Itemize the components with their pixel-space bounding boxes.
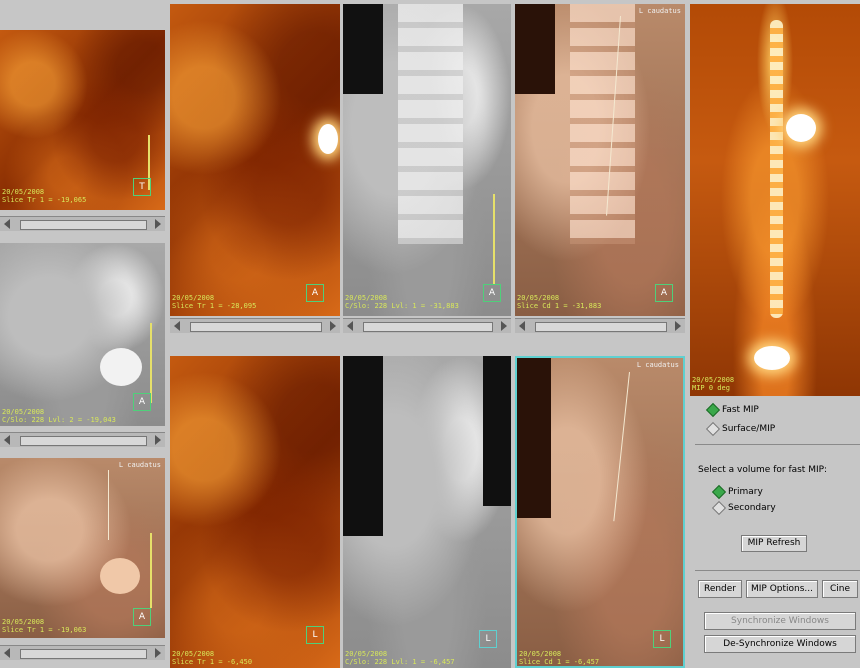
slice-scrollbar[interactable] (170, 318, 340, 333)
scroll-right-arrow[interactable] (330, 321, 336, 331)
heart-uptake (786, 114, 816, 142)
orientation-marker: L (653, 630, 671, 648)
hotspot (318, 124, 338, 154)
slice-scrollbar[interactable] (0, 432, 165, 447)
secondary-radio[interactable]: Secondary (711, 500, 776, 516)
orientation-marker: T (133, 178, 151, 196)
measurement-line (108, 470, 109, 540)
viewport-col2-bottom[interactable]: 20/05/2008 C/Slo: 228 Lvl: 1 = -6,457 L (343, 356, 511, 668)
viewport-overlay: 20/05/2008 Slice Tr 1 = -6,450 (172, 650, 253, 666)
viewport-overlay: 20/05/2008 Slice Tr 1 = -19,063 (2, 618, 87, 634)
kidney-highlight (100, 558, 140, 594)
annotation-label: L caudatus (118, 461, 161, 469)
orientation-marker: A (483, 284, 501, 302)
orientation-marker: L (479, 630, 497, 648)
viewport-overlay: 20/05/2008 MIP 0 deg (692, 376, 735, 392)
slice-scrollbar[interactable] (0, 216, 165, 231)
mip-viewport[interactable]: 20/05/2008 MIP 0 deg (690, 4, 860, 396)
scroll-right-arrow[interactable] (155, 648, 161, 658)
viewport-col1-bottom[interactable]: 20/05/2008 Slice Tr 1 = -6,450 L (170, 356, 340, 668)
viewport-col3-top[interactable]: L caudatus 20/05/2008 Slice Cd 1 = -31,8… (515, 4, 685, 316)
scroll-right-arrow[interactable] (675, 321, 681, 331)
orientation-marker: A (133, 608, 151, 626)
orientation-marker: L (306, 626, 324, 644)
viewport-overlay: 20/05/2008 Slice Cd 1 = -31,883 (517, 294, 602, 310)
divider (695, 444, 860, 445)
viewport-left-bottom[interactable]: L caudatus 20/05/2008 Slice Tr 1 = -19,0… (0, 458, 165, 638)
scale-ruler (493, 194, 495, 284)
radio-label: Fast MIP (722, 405, 759, 415)
viewport-overlay: 20/05/2008 C/Slo: 228 Lvl: 1 = -31,883 (345, 294, 459, 310)
viewport-left-top[interactable]: 20/05/2008 Slice Tr 1 = -19,065 T (0, 30, 165, 210)
dark-region (517, 358, 551, 518)
desynchronize-windows-button[interactable]: De-Synchronize Windows (704, 635, 856, 653)
radio-off-icon (711, 500, 727, 516)
orientation-marker: A (133, 393, 151, 411)
mip-options-button[interactable]: MIP Options... (746, 580, 818, 598)
synchronize-windows-button[interactable]: Synchronize Windows (704, 612, 856, 630)
scroll-left-arrow[interactable] (4, 435, 10, 445)
vertebral-column (570, 4, 635, 244)
radio-on-icon (705, 402, 721, 418)
scroll-thumb[interactable] (190, 322, 322, 332)
radio-label: Secondary (728, 503, 776, 513)
scroll-thumb[interactable] (20, 436, 147, 446)
bladder-uptake (754, 346, 790, 370)
viewport-col1-top[interactable]: 20/05/2008 Slice Tr 1 = -28,095 A (170, 4, 340, 316)
vertebral-column (398, 4, 463, 244)
scroll-thumb[interactable] (535, 322, 667, 332)
annotation-label: L caudatus (636, 361, 679, 369)
viewport-overlay: 20/05/2008 Slice Tr 1 = -28,095 (172, 294, 257, 310)
scale-ruler (150, 533, 152, 608)
scroll-thumb[interactable] (20, 649, 147, 659)
slice-scrollbar[interactable] (0, 645, 165, 660)
mip-refresh-button[interactable]: MIP Refresh (741, 535, 807, 552)
measurement-line (613, 372, 630, 522)
viewport-col3-bottom[interactable]: L caudatus 20/05/2008 Slice Cd 1 = -6,45… (515, 356, 685, 668)
slice-scrollbar[interactable] (515, 318, 685, 333)
scale-ruler (150, 323, 152, 403)
surface-mip-radio[interactable]: Surface/MIP (705, 421, 776, 437)
scroll-left-arrow[interactable] (4, 648, 10, 658)
radio-on-icon (711, 484, 727, 500)
scroll-right-arrow[interactable] (501, 321, 507, 331)
slice-scrollbar[interactable] (343, 318, 511, 333)
scroll-left-arrow[interactable] (4, 219, 10, 229)
viewport-left-mid[interactable]: 20/05/2008 C/Slo: 228 Lvl: 2 = -19,043 A (0, 243, 165, 426)
scroll-left-arrow[interactable] (519, 321, 525, 331)
divider (695, 570, 860, 571)
viewport-col2-top[interactable]: 20/05/2008 C/Slo: 228 Lvl: 1 = -31,883 A (343, 4, 511, 316)
dark-region (483, 356, 511, 506)
dark-region (515, 4, 555, 94)
volume-prompt: Select a volume for fast MIP: (698, 465, 828, 475)
orientation-marker: A (306, 284, 324, 302)
scroll-left-arrow[interactable] (174, 321, 180, 331)
fast-mip-radio[interactable]: Fast MIP (705, 402, 759, 418)
annotation-label: L caudatus (638, 7, 681, 15)
render-button[interactable]: Render (698, 580, 742, 598)
viewport-overlay: 20/05/2008 Slice Cd 1 = -6,457 (519, 650, 600, 666)
scroll-right-arrow[interactable] (155, 435, 161, 445)
scroll-left-arrow[interactable] (347, 321, 353, 331)
dark-region (343, 4, 383, 94)
scroll-thumb[interactable] (20, 220, 147, 230)
radio-off-icon (705, 421, 721, 437)
kidney-highlight (100, 348, 142, 386)
viewport-overlay: 20/05/2008 C/Slo: 228 Lvl: 2 = -19,043 (2, 408, 116, 424)
spine-uptake (769, 19, 784, 318)
viewport-overlay: 20/05/2008 C/Slo: 228 Lvl: 1 = -6,457 (345, 650, 455, 666)
cine-button[interactable]: Cine (822, 580, 858, 598)
radio-label: Primary (728, 487, 763, 497)
scroll-thumb[interactable] (363, 322, 493, 332)
radio-label: Surface/MIP (722, 424, 776, 434)
scroll-right-arrow[interactable] (155, 219, 161, 229)
orientation-marker: A (655, 284, 673, 302)
viewport-overlay: 20/05/2008 Slice Tr 1 = -19,065 (2, 188, 87, 204)
primary-radio[interactable]: Primary (711, 484, 763, 500)
dark-region (343, 356, 383, 536)
